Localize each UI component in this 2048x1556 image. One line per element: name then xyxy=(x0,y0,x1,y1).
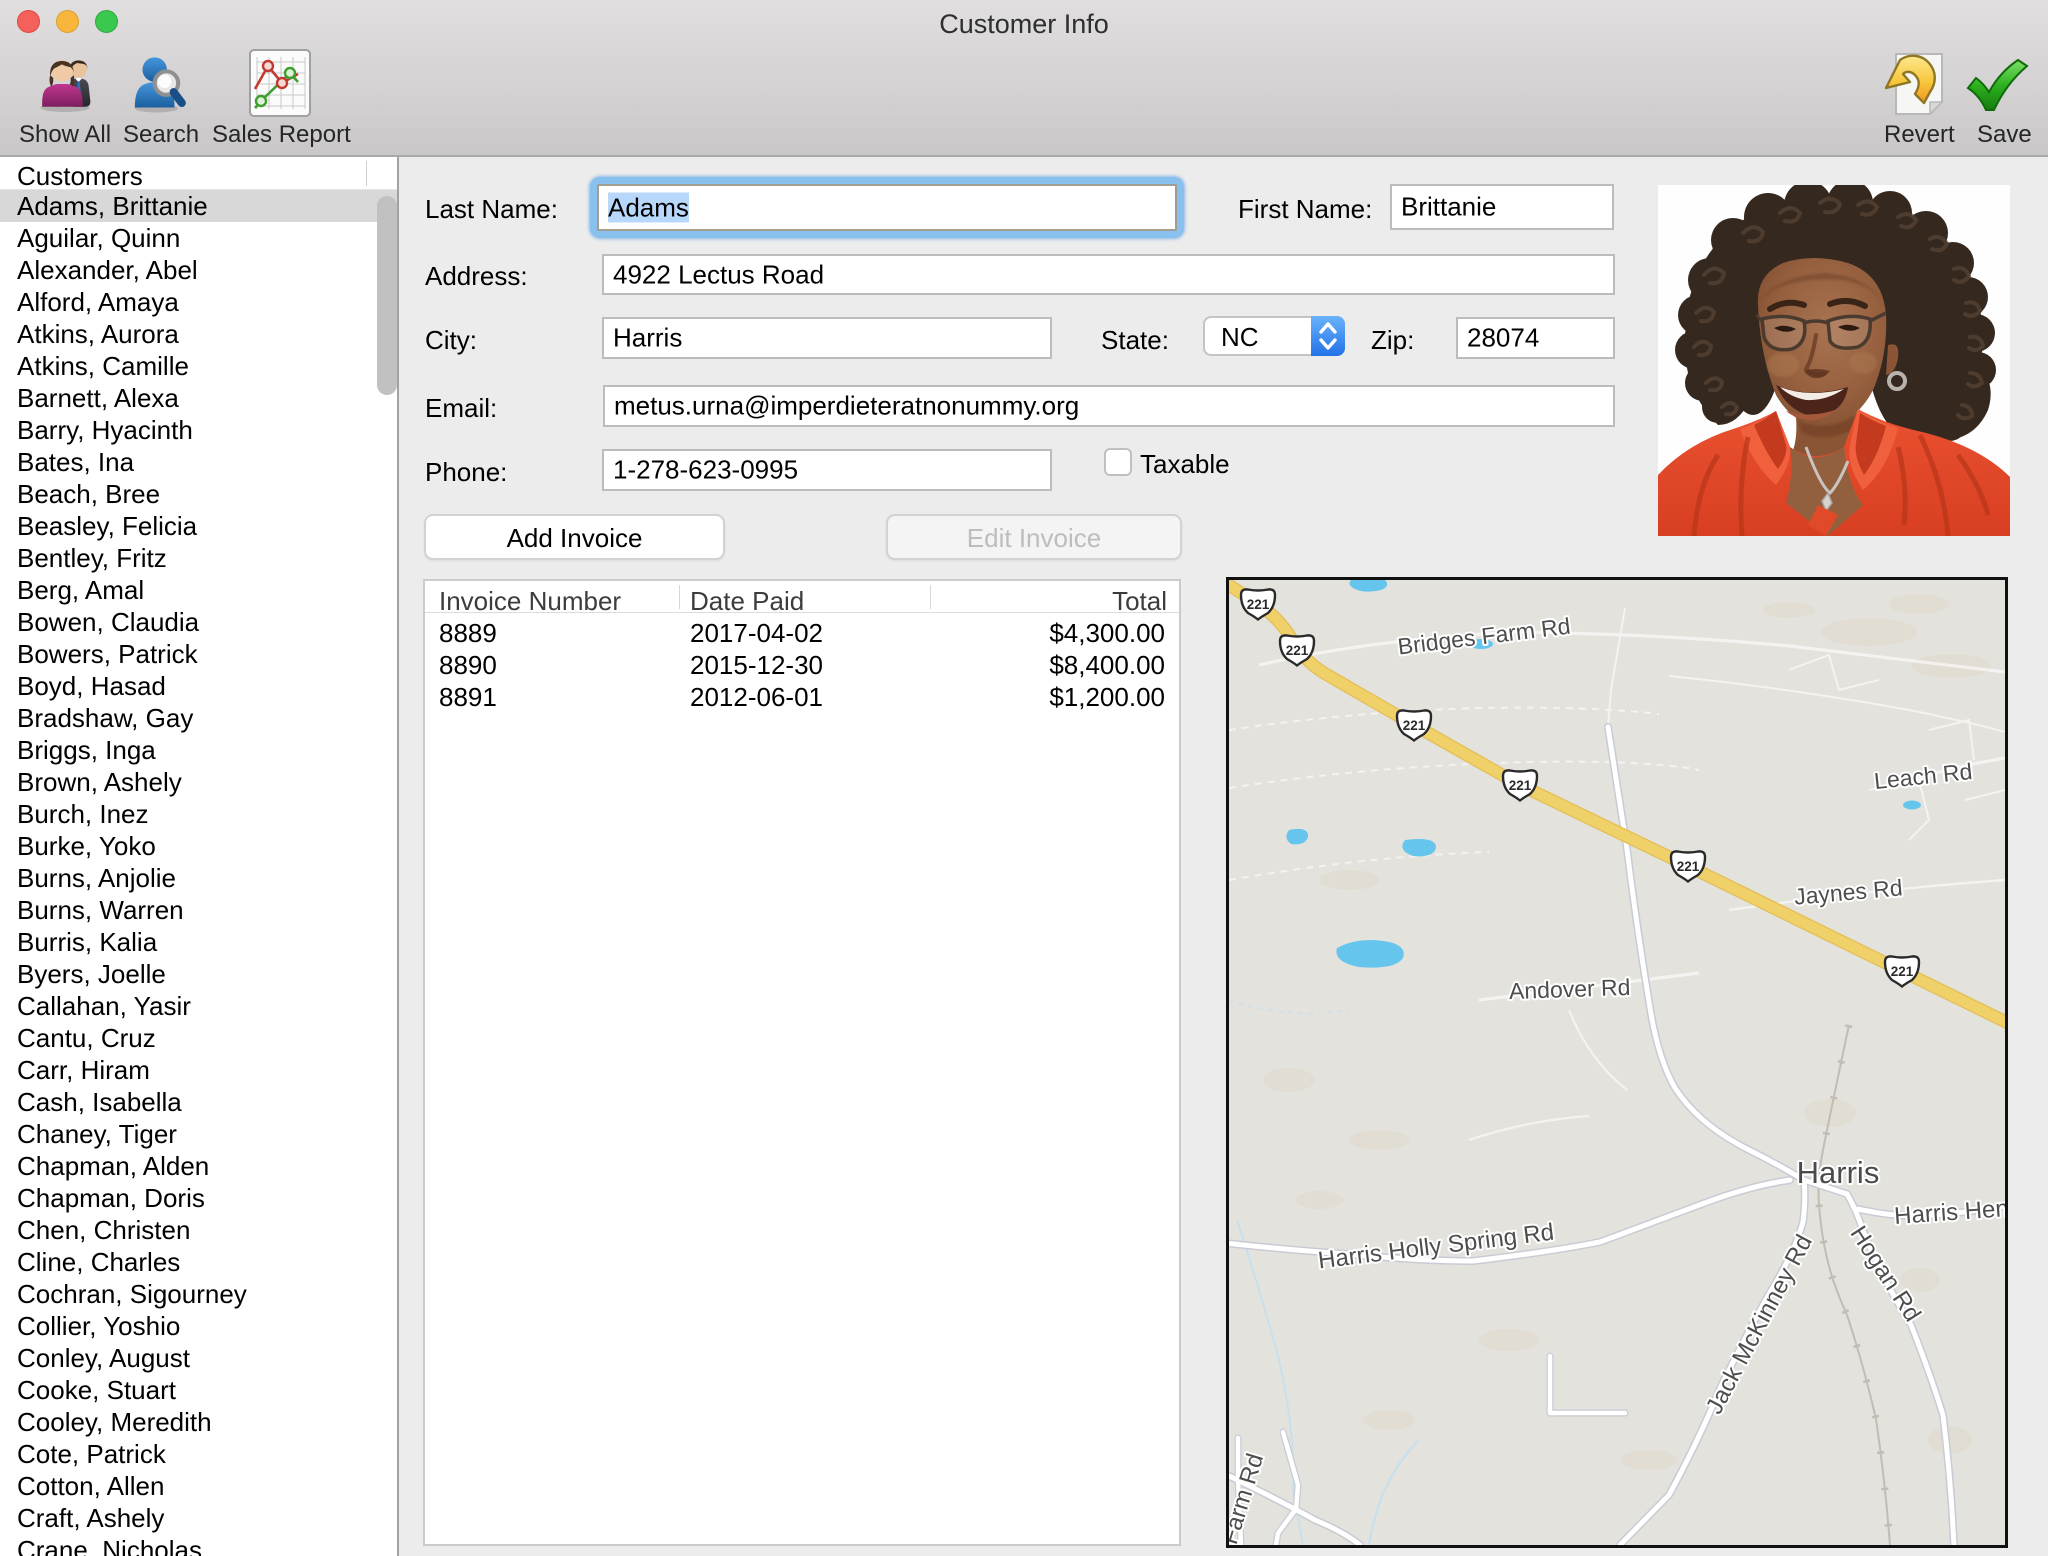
svg-text:Harris: Harris xyxy=(1797,1155,1880,1190)
svg-text:221: 221 xyxy=(1891,964,1914,979)
svg-text:221: 221 xyxy=(1247,597,1270,612)
svg-text:221: 221 xyxy=(1286,643,1309,658)
svg-text:Andover Rd: Andover Rd xyxy=(1509,974,1631,1004)
svg-text:221: 221 xyxy=(1509,778,1532,793)
svg-text:221: 221 xyxy=(1403,718,1426,733)
svg-text:221: 221 xyxy=(1677,859,1700,874)
